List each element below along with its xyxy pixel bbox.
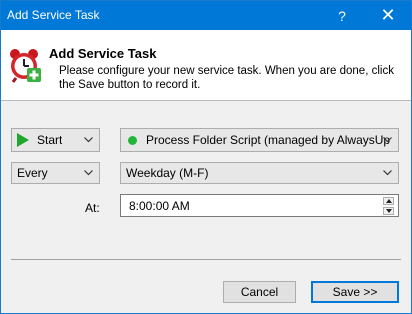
alarm-clock-add-icon — [10, 49, 41, 83]
title-bar: Add Service Task ? ✕ — [1, 1, 411, 30]
time-value: 8:00:00 AM — [129, 198, 190, 213]
status-dot-icon — [128, 135, 137, 145]
schedule-value: Weekday (M-F) — [126, 166, 209, 180]
time-picker[interactable]: 8:00:00 AM — [120, 194, 399, 217]
dialog-heading: Add Service Task — [49, 46, 157, 61]
service-value: Process Folder Script (managed by Always… — [146, 133, 390, 147]
play-icon — [17, 133, 29, 147]
add-service-task-dialog: Add Service Task ? ✕ Add Service Task Pl… — [0, 0, 412, 314]
action-dropdown[interactable]: Start — [11, 128, 100, 152]
time-spinner — [383, 197, 394, 215]
cancel-button[interactable]: Cancel — [223, 281, 296, 303]
frequency-dropdown[interactable]: Every — [11, 162, 100, 184]
dialog-description: Please configure your new service task. … — [59, 65, 394, 91]
chevron-down-icon — [84, 170, 93, 176]
spin-up-button[interactable] — [383, 197, 394, 205]
help-button[interactable]: ? — [319, 1, 365, 30]
schedule-dropdown[interactable]: Weekday (M-F) — [120, 162, 399, 184]
window-title: Add Service Task — [7, 8, 100, 22]
chevron-down-icon — [383, 170, 392, 176]
action-value: Start — [37, 133, 63, 147]
spin-down-button[interactable] — [383, 207, 394, 215]
close-button[interactable]: ✕ — [365, 1, 411, 30]
service-dropdown[interactable]: Process Folder Script (managed by Always… — [120, 128, 399, 152]
chevron-down-icon — [84, 137, 93, 143]
dialog-header: Add Service Task Please configure your n… — [1, 30, 411, 101]
frequency-value: Every — [17, 166, 48, 180]
time-label: At: — [85, 201, 100, 215]
caret-up-icon — [385, 199, 392, 203]
caret-down-icon — [385, 209, 392, 213]
chevron-down-icon — [383, 137, 392, 143]
divider — [11, 259, 401, 260]
save-button[interactable]: Save >> — [311, 281, 399, 303]
